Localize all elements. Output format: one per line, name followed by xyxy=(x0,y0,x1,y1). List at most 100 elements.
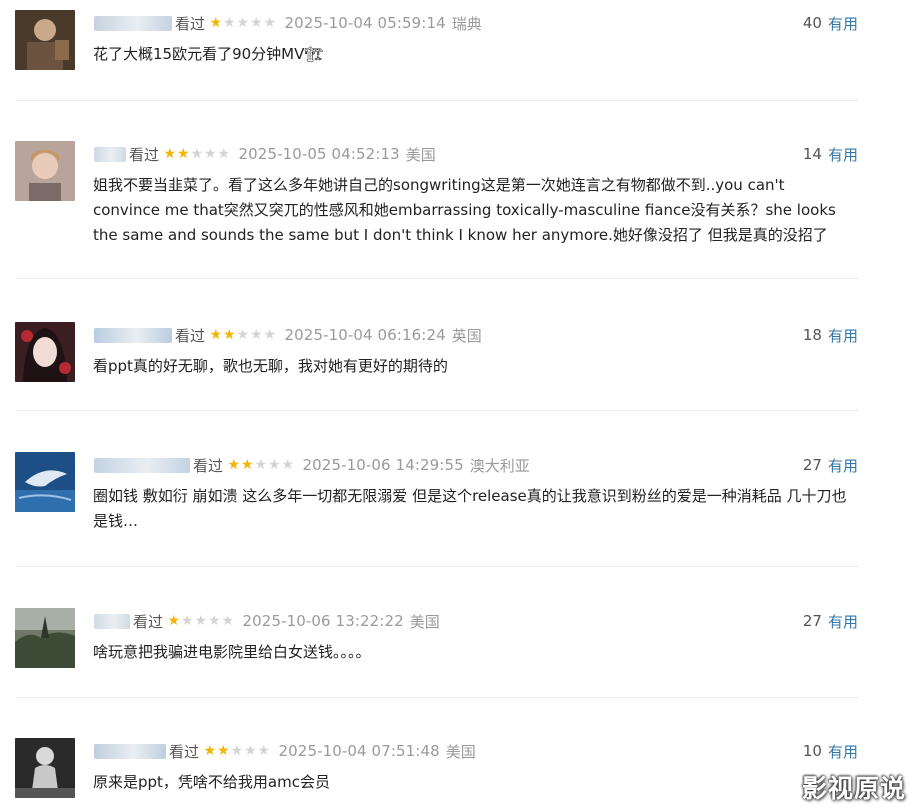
comment-page: { "comments": [ { "name_blur_color": "#c… xyxy=(0,0,920,811)
comment-time: 2025-10-04 07:51:48 xyxy=(278,742,440,760)
useful-button[interactable]: 有用 xyxy=(828,455,858,476)
comment-time: 2025-10-06 13:22:22 xyxy=(242,612,404,630)
vote-area: 27 有用 xyxy=(803,610,858,632)
vote-count: 14 xyxy=(802,145,822,163)
comment-meta: 看过 ★ ★ ★ ★ ★ 2025-10-04 07:51:48 美国 xyxy=(94,740,476,762)
comment-text: 圈如钱 敷如衍 崩如溃 这么多年一切都无限溺爱 但是这个release真的让我意… xyxy=(93,487,847,530)
user-avatar[interactable] xyxy=(15,738,75,798)
comment-location: 美国 xyxy=(409,612,440,631)
vote-area: 10 有用 xyxy=(803,740,858,762)
star-empty-icon: ★ xyxy=(194,613,208,629)
comment-location: 英国 xyxy=(451,326,482,345)
divider xyxy=(15,697,858,698)
comment-time: 2025-10-05 04:52:13 xyxy=(238,145,400,163)
divider xyxy=(15,410,858,411)
star-empty-icon: ★ xyxy=(263,327,277,343)
rating-stars: ★ ★ ★ ★ ★ xyxy=(167,614,235,628)
rating-stars: ★ ★ ★ ★ ★ xyxy=(203,744,271,758)
useful-button[interactable]: 有用 xyxy=(828,611,858,632)
username-blurred[interactable] xyxy=(94,743,166,759)
rating-stars: ★ ★ ★ ★ ★ xyxy=(163,147,231,161)
star-empty-icon: ★ xyxy=(249,15,263,31)
star-empty-icon: ★ xyxy=(254,457,268,473)
user-avatar[interactable] xyxy=(15,452,75,512)
star-empty-icon: ★ xyxy=(243,743,257,759)
star-empty-icon: ★ xyxy=(249,327,263,343)
star-empty-icon: ★ xyxy=(217,146,231,162)
comment-meta: 看过 ★ ★ ★ ★ ★ 2025-10-06 14:29:55 澳大利亚 xyxy=(94,454,530,476)
rating-stars: ★ ★ ★ ★ ★ xyxy=(209,16,277,30)
vote-area: 14 有用 xyxy=(803,143,858,165)
comment-text: 花了大概15欧元看了90分钟MV🏗 xyxy=(93,45,324,63)
comment-text: 姐我不要当韭菜了。看了这么多年她讲自己的songwriting这是第一次她连言之… xyxy=(93,176,836,244)
watch-status: 看过 xyxy=(193,456,224,475)
comment-text: 原来是ppt，凭啥不给我用amc会员 xyxy=(93,773,330,791)
vote-area: 27 有用 xyxy=(803,454,858,476)
star-filled-icon: ★ xyxy=(216,743,230,759)
user-avatar[interactable] xyxy=(15,141,75,201)
user-avatar[interactable] xyxy=(15,10,75,70)
vote-area: 40 有用 xyxy=(803,12,858,34)
comment-text: 啥玩意把我骗进电影院里给白女送钱。。。。 xyxy=(93,643,371,661)
star-empty-icon: ★ xyxy=(267,457,281,473)
star-empty-icon: ★ xyxy=(221,613,235,629)
star-empty-icon: ★ xyxy=(230,743,244,759)
comment-meta: 看过 ★ ★ ★ ★ ★ 2025-10-04 06:16:24 英国 xyxy=(94,324,482,346)
watermark-text: 影视原说 xyxy=(801,774,906,803)
star-empty-icon: ★ xyxy=(263,15,277,31)
divider xyxy=(15,566,858,567)
watch-status: 看过 xyxy=(175,326,206,345)
watch-status: 看过 xyxy=(169,742,200,761)
user-avatar[interactable] xyxy=(15,322,75,382)
star-empty-icon: ★ xyxy=(281,457,295,473)
star-filled-icon: ★ xyxy=(240,457,254,473)
vote-count: 18 xyxy=(802,326,822,344)
divider xyxy=(15,100,858,101)
useful-button[interactable]: 有用 xyxy=(828,144,858,165)
rating-stars: ★ ★ ★ ★ ★ xyxy=(209,328,277,342)
useful-button[interactable]: 有用 xyxy=(828,741,858,762)
divider xyxy=(15,278,858,279)
star-empty-icon: ★ xyxy=(203,146,217,162)
useful-button[interactable]: 有用 xyxy=(828,325,858,346)
star-empty-icon: ★ xyxy=(222,15,236,31)
comment-time: 2025-10-04 05:59:14 xyxy=(284,14,446,32)
rating-stars: ★ ★ ★ ★ ★ xyxy=(227,458,295,472)
star-filled-icon: ★ xyxy=(176,146,190,162)
username-blurred[interactable] xyxy=(94,15,172,31)
vote-count: 40 xyxy=(802,14,822,32)
comment-meta: 看过 ★ ★ ★ ★ ★ 2025-10-06 13:22:22 美国 xyxy=(94,610,440,632)
watch-status: 看过 xyxy=(133,612,164,631)
comment-location: 澳大利亚 xyxy=(469,456,530,475)
vote-count: 27 xyxy=(802,456,822,474)
username-blurred[interactable] xyxy=(94,327,172,343)
username-blurred[interactable] xyxy=(94,613,130,629)
star-filled-icon: ★ xyxy=(209,327,223,343)
vote-count: 27 xyxy=(802,612,822,630)
star-filled-icon: ★ xyxy=(167,613,181,629)
comment-location: 瑞典 xyxy=(451,14,482,33)
vote-area: 18 有用 xyxy=(803,324,858,346)
vote-count: 10 xyxy=(802,742,822,760)
comment-location: 美国 xyxy=(445,742,476,761)
user-avatar[interactable] xyxy=(15,608,75,668)
star-empty-icon: ★ xyxy=(236,327,250,343)
watch-status: 看过 xyxy=(129,145,160,164)
star-empty-icon: ★ xyxy=(236,15,250,31)
star-filled-icon: ★ xyxy=(163,146,177,162)
comment-location: 美国 xyxy=(405,145,436,164)
star-filled-icon: ★ xyxy=(203,743,217,759)
star-filled-icon: ★ xyxy=(227,457,241,473)
star-empty-icon: ★ xyxy=(207,613,221,629)
comment-text: 看ppt真的好无聊，歌也无聊，我对她有更好的期待的 xyxy=(93,357,448,375)
star-filled-icon: ★ xyxy=(209,15,223,31)
comment-meta: 看过 ★ ★ ★ ★ ★ 2025-10-04 05:59:14 瑞典 xyxy=(94,12,482,34)
username-blurred[interactable] xyxy=(94,457,190,473)
watch-status: 看过 xyxy=(175,14,206,33)
comment-time: 2025-10-04 06:16:24 xyxy=(284,326,446,344)
star-empty-icon: ★ xyxy=(180,613,194,629)
star-filled-icon: ★ xyxy=(222,327,236,343)
comment-time: 2025-10-06 14:29:55 xyxy=(302,456,464,474)
useful-button[interactable]: 有用 xyxy=(828,13,858,34)
username-blurred[interactable] xyxy=(94,146,126,162)
